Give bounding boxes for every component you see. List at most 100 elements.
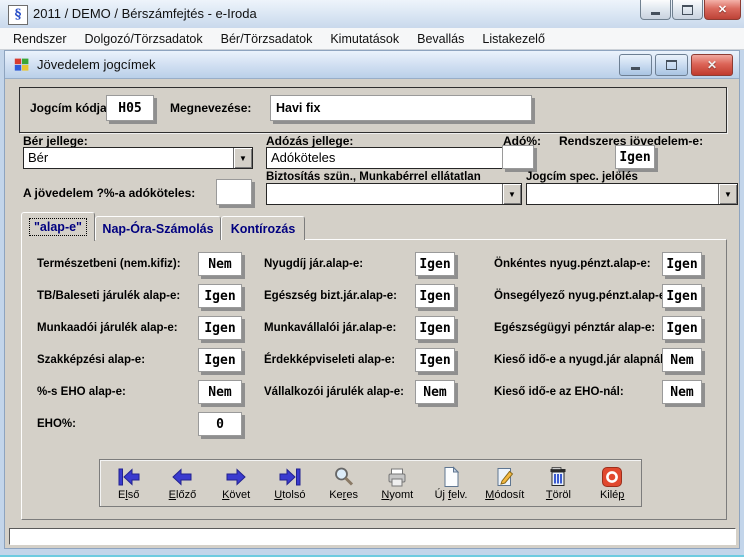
insurance-select[interactable]: ▼ — [266, 183, 522, 205]
tab-alap-e[interactable]: "alap-e" — [21, 212, 95, 241]
field-label: Munkavállalói jár.alap-e: — [264, 322, 396, 334]
child-close-button[interactable]: ✕ — [691, 54, 733, 76]
field-column-3: Önkéntes nyug.pénzt.alap-e: Igen Önsegél… — [494, 248, 669, 408]
maximize-icon — [666, 60, 677, 70]
toolbar-button-next-record[interactable]: Követ — [211, 466, 261, 501]
chevron-down-icon[interactable]: ▼ — [502, 184, 521, 204]
search-icon — [332, 466, 356, 488]
toolbar-button-previous-record[interactable]: Előző — [157, 466, 207, 501]
field-value-box[interactable]: Igen — [415, 252, 455, 276]
previous-record-icon — [170, 466, 194, 488]
field-row: Vállalkozói járulék alap-e: Nem — [264, 376, 404, 408]
field-label: Kieső idő-e az EHO-nál: — [494, 386, 624, 398]
menu-item-rendszer[interactable]: Rendszer — [4, 28, 76, 50]
child-maximize-button[interactable] — [655, 54, 688, 76]
tax-type-select[interactable]: Adóköteles ▼ — [266, 147, 522, 169]
field-value-box[interactable]: Igen — [415, 284, 455, 308]
child-window-controls: ✕ — [619, 54, 733, 76]
header-groupbox: Jogcím kódja: H05 Megnevezése: Havi fix — [19, 87, 727, 133]
field-value-box[interactable]: Igen — [662, 316, 702, 340]
next-record-icon — [224, 466, 248, 488]
status-field — [9, 528, 736, 545]
child-minimize-button[interactable] — [619, 54, 652, 76]
close-icon: ✕ — [707, 58, 717, 72]
field-value-box[interactable]: Nem — [662, 348, 702, 372]
field-value-box[interactable]: Igen — [415, 316, 455, 340]
field-column-2: Nyugdíj jár.alap-e: Igen Egészség bizt.j… — [264, 248, 404, 408]
delete-icon — [546, 466, 570, 488]
field-row: Szakképzési alap-e: Igen — [37, 344, 181, 376]
edit-icon — [493, 466, 517, 488]
field-label: Szakképzési alap-e: — [37, 354, 145, 366]
field-row: Érdekképviseleti alap-e: Igen — [264, 344, 404, 376]
name-field[interactable]: Havi fix — [270, 95, 532, 121]
chevron-down-icon[interactable]: ▼ — [233, 148, 252, 168]
income-pct-taxable-label: A jövedelem ?%-a adóköteles: — [23, 186, 195, 200]
field-value-box[interactable]: Igen — [662, 284, 702, 308]
name-label: Megnevezése: — [170, 101, 251, 115]
field-value-box[interactable]: Igen — [198, 284, 242, 308]
menu-item-bevallas[interactable]: Bevallás — [408, 28, 473, 50]
field-label: Önsegélyező nyug.pénzt.alap-e: — [494, 290, 669, 302]
toolbar-button-exit[interactable]: Kilép — [587, 466, 637, 501]
menu-item-dolgozo-torzsadatok[interactable]: Dolgozó/Törzsadatok — [76, 28, 212, 50]
tab-page-alap-e: Természetbeni (nem.kifiz): Nem TB/Balese… — [21, 239, 727, 520]
field-label: Kieső idő-e a nyugd.jár alapnál: — [494, 354, 667, 366]
toolbar-button-print[interactable]: Nyomt — [372, 466, 422, 501]
last-record-icon — [278, 466, 302, 488]
toolbar-button-new-record[interactable]: Új felv. — [426, 466, 476, 501]
field-value-box[interactable]: Nem — [198, 380, 242, 404]
code-field[interactable]: H05 — [106, 95, 154, 121]
minimize-button[interactable] — [640, 0, 671, 20]
field-value-box[interactable]: Nem — [198, 252, 242, 276]
field-row: TB/Baleseti járulék alap-e: Igen — [37, 280, 181, 312]
field-row: Kieső idő-e az EHO-nál: Nem — [494, 376, 669, 408]
field-value-box[interactable]: 0 — [198, 412, 242, 436]
toolbar-button-last-record[interactable]: Utolsó — [265, 466, 315, 501]
chevron-down-icon[interactable]: ▼ — [718, 184, 737, 204]
maximize-button[interactable] — [672, 0, 703, 20]
field-label: Természetbeni (nem.kifiz): — [37, 258, 181, 270]
tab-nap-ora-szamolas[interactable]: Nap-Óra-Számolás — [95, 216, 221, 240]
toolbar-button-delete[interactable]: Töröl — [533, 466, 583, 501]
child-window-title: Jövedelem jogcímek — [37, 51, 156, 79]
field-label: Egészség bizt.jár.alap-e: — [264, 290, 397, 302]
menu-item-ber-torzsadatok[interactable]: Bér/Törzsadatok — [212, 28, 322, 50]
tax-type-label: Adózás jellege: — [266, 134, 353, 148]
field-row: Munkaadói járulék alap-e: Igen — [37, 312, 181, 344]
regular-income-field[interactable]: Igen — [615, 145, 655, 169]
new-record-icon — [439, 466, 463, 488]
field-row: Kieső idő-e a nyugd.jár alapnál: Nem — [494, 344, 669, 376]
toolbar-button-first-record[interactable]: Első — [104, 466, 154, 501]
form-icon — [14, 57, 30, 73]
close-button[interactable]: ✕ — [704, 0, 741, 20]
wage-type-select[interactable]: Bér ▼ — [23, 147, 253, 169]
income-pct-taxable-field[interactable] — [216, 179, 252, 205]
tab-kontirozas[interactable]: Kontírozás — [221, 216, 305, 240]
tax-pct-field[interactable] — [502, 145, 534, 169]
child-titlebar[interactable]: Jövedelem jogcímek ✕ — [5, 51, 739, 79]
menu-item-kimutatasok[interactable]: Kimutatások — [321, 28, 408, 50]
maximize-icon — [682, 5, 693, 15]
spec-mark-select[interactable]: ▼ — [526, 183, 738, 205]
window-title: 2011 / DEMO / Bérszámfejtés - e-Iroda — [33, 0, 257, 28]
app-icon: § — [8, 5, 28, 25]
toolbar-button-search[interactable]: Keres — [319, 466, 369, 501]
menu-item-listakezelo[interactable]: Listakezelő — [473, 28, 554, 50]
field-value-box[interactable]: Nem — [662, 380, 702, 404]
toolbar-button-edit[interactable]: Módosít — [480, 466, 530, 501]
field-value-box[interactable]: Igen — [415, 348, 455, 372]
field-row: Egészség bizt.jár.alap-e: Igen — [264, 280, 404, 312]
form-client-area: Jogcím kódja: H05 Megnevezése: Havi fix … — [5, 79, 739, 548]
field-value-box[interactable]: Igen — [198, 316, 242, 340]
titlebar[interactable]: § 2011 / DEMO / Bérszámfejtés - e-Iroda … — [0, 0, 744, 29]
field-value-box[interactable]: Igen — [662, 252, 702, 276]
field-value-box[interactable]: Igen — [198, 348, 242, 372]
record-toolbar: Első Előző Követ Utolsó Keres Nyomt — [99, 459, 642, 507]
field-value-box[interactable]: Nem — [415, 380, 455, 404]
insurance-label: Biztosítás szün., Munkabérrel ellátatlan — [266, 171, 481, 183]
window-frame-bottom — [0, 549, 744, 557]
field-label: Érdekképviseleti alap-e: — [264, 354, 395, 366]
spec-mark-label: Jogcím spec. jelölés — [526, 171, 638, 183]
close-icon: ✕ — [718, 3, 727, 16]
